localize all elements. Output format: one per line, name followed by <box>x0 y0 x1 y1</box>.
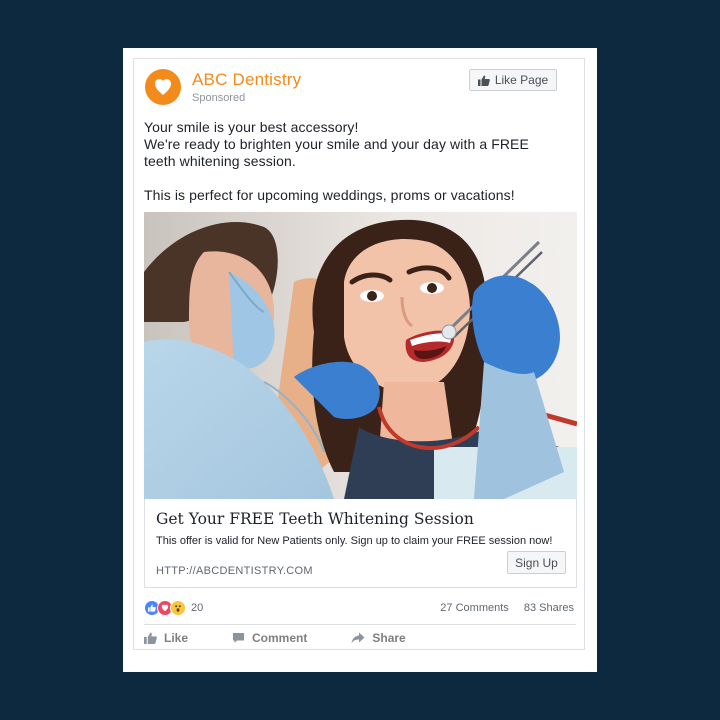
like-action-label: Like <box>164 631 189 645</box>
like-page-button[interactable]: Like Page <box>469 69 557 91</box>
link-url[interactable]: HTTP://ABCDENTISTRY.COM <box>156 565 313 577</box>
post-line: This is perfect for upcoming weddings, p… <box>144 187 515 203</box>
post-message: Your smile is your best accessory! We're… <box>144 119 574 204</box>
post-line: teeth whitening session. <box>144 153 296 169</box>
link-description: This offer is valid for New Patients onl… <box>156 535 553 547</box>
post-line: Your smile is your best accessory! <box>144 119 359 135</box>
share-action-button[interactable]: Share <box>351 631 406 645</box>
post-line-spacer <box>144 170 574 187</box>
thumbs-up-icon <box>144 632 157 644</box>
thumbs-up-icon <box>148 604 156 612</box>
actions-divider <box>144 624 576 625</box>
link-preview[interactable]: Get Your FREE Teeth Whitening Session Th… <box>144 499 577 588</box>
brand-avatar[interactable] <box>145 69 181 105</box>
share-action-label: Share <box>372 631 406 645</box>
post-line: We're ready to brighten your smile and y… <box>144 136 529 152</box>
heart-logo-icon <box>155 79 171 95</box>
ad-photo-dental-patient[interactable] <box>144 212 577 499</box>
sign-up-button[interactable]: Sign Up <box>507 551 566 574</box>
ad-frame: ABC Dentistry Sponsored Like Page Your s… <box>123 48 597 672</box>
dental-scene-illustration <box>144 212 577 499</box>
heart-icon <box>161 604 169 612</box>
wow-reaction-icon <box>170 600 186 616</box>
like-page-label: Like Page <box>494 73 549 87</box>
like-action-button[interactable]: Like <box>144 631 188 645</box>
comment-action-button[interactable]: Comment <box>232 631 307 645</box>
link-headline[interactable]: Get Your FREE Teeth Whitening Session <box>156 510 474 528</box>
thumbs-up-icon <box>477 75 490 86</box>
reactions-summary[interactable]: 20 <box>144 600 203 616</box>
engagement-stats: 27 Comments 83 Shares <box>428 602 574 614</box>
comments-count-link[interactable]: 27 Comments <box>440 602 508 614</box>
wow-face-icon <box>175 605 181 612</box>
sponsored-label: Sponsored <box>192 92 246 104</box>
post-actions-bar: Like Comment Share <box>144 631 576 645</box>
comment-bubble-icon <box>233 633 245 643</box>
shares-count-link[interactable]: 83 Shares <box>524 602 574 614</box>
brand-name-link[interactable]: ABC Dentistry <box>192 70 301 90</box>
reaction-count: 20 <box>191 602 204 614</box>
comment-action-label: Comment <box>252 631 308 645</box>
share-arrow-icon <box>351 632 365 644</box>
facebook-post-card: ABC Dentistry Sponsored Like Page Your s… <box>133 58 585 650</box>
